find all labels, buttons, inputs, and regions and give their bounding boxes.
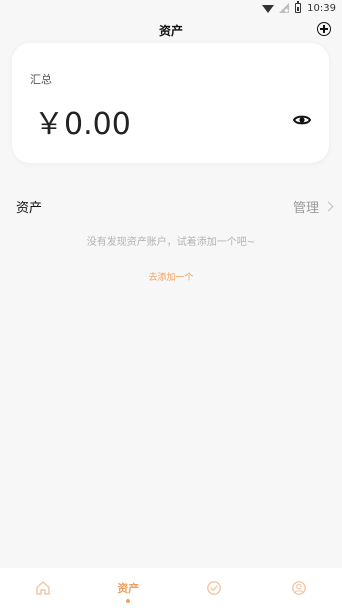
summary-amount: ￥0.00 (34, 107, 131, 142)
chevron-right-icon (323, 201, 334, 212)
user-icon (291, 580, 307, 596)
bottom-tab-bar: 资产 (0, 568, 342, 608)
assets-title: 资产 (16, 200, 43, 216)
top-header: 资产 (0, 18, 342, 42)
summary-card: 汇总 ￥0.00 (12, 43, 329, 163)
summary-label: 汇总 (30, 73, 52, 86)
manage-button[interactable]: 管理 (292, 197, 334, 216)
tab-profile[interactable] (257, 568, 342, 608)
battery-icon (295, 1, 302, 13)
tab-assets-label: 资产 (117, 582, 140, 595)
eye-icon[interactable] (292, 111, 312, 125)
tab-check[interactable] (171, 568, 256, 608)
active-tab-indicator (126, 599, 131, 603)
status-bar: 10:39 (0, 0, 342, 16)
tab-home[interactable] (0, 568, 85, 608)
add-button[interactable] (317, 22, 331, 36)
home-icon (35, 580, 51, 596)
empty-state-text: 没有发现资产账户，试着添加一个吧~ (86, 237, 256, 248)
manage-label: 管理 (292, 200, 319, 216)
assets-header-row: 资产 管理 (16, 196, 334, 216)
check-circle-icon (206, 580, 222, 596)
signal-icon (279, 3, 290, 13)
wifi-icon (262, 5, 275, 13)
tab-assets[interactable]: 资产 (86, 568, 171, 608)
add-asset-link[interactable]: 去添加一个 (0, 270, 342, 283)
page-title: 资产 (158, 23, 183, 38)
status-time: 10:39 (307, 2, 336, 14)
